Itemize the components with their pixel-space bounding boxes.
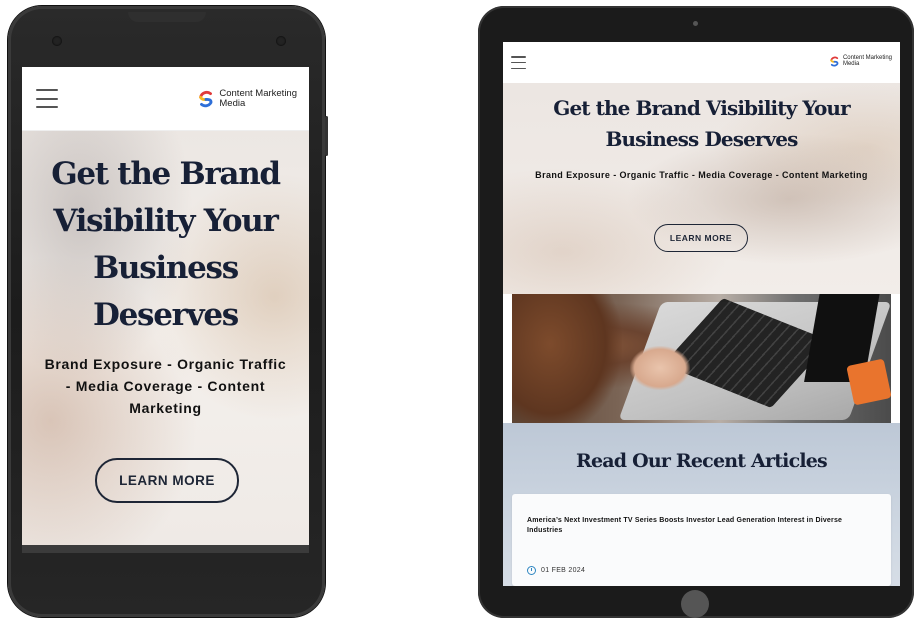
phone-mockup: Content Marketing Media Get the Brand Vi… <box>8 6 328 617</box>
tablet-hero: Get the Brand Visibility Your Business D… <box>503 83 900 294</box>
article-date: 01 FEB 2024 <box>527 566 585 575</box>
brand-name-line2: Media <box>842 61 860 68</box>
phone-sensor-right <box>276 36 286 46</box>
phone-screen: Content Marketing Media Get the Brand Vi… <box>22 67 309 545</box>
hero-title: Get the Brand Visibility Your Business D… <box>553 96 850 151</box>
tablet-camera <box>693 21 698 26</box>
hamburger-line <box>36 89 58 91</box>
hamburger-line <box>36 106 58 108</box>
hamburger-icon[interactable] <box>511 56 526 69</box>
clock-icon <box>527 566 536 575</box>
phone-bottom-bar <box>22 545 309 553</box>
recent-articles-heading: Read Our Recent Articles <box>576 450 828 472</box>
brand-name: Content Marketing Media <box>843 55 892 68</box>
hamburger-icon[interactable] <box>36 89 58 108</box>
phone-side-button <box>325 116 328 156</box>
tablet-home-button <box>681 590 709 618</box>
hamburger-line <box>36 97 58 100</box>
hero-title: Get the Brand Visibility Your Business D… <box>51 156 281 333</box>
learn-more-button[interactable]: LEARN MORE <box>654 224 748 252</box>
photo-hand <box>630 346 690 390</box>
mobile-hero: Get the Brand Visibility Your Business D… <box>22 131 309 545</box>
photo-person-hair <box>512 294 622 423</box>
hamburger-line <box>511 56 526 58</box>
hamburger-line <box>511 61 526 64</box>
tablet-screen: Content Marketing Media Get the Brand Vi… <box>503 42 900 586</box>
tablet-header: Content Marketing Media <box>503 42 900 83</box>
hamburger-line <box>511 67 526 69</box>
laptop-photo <box>512 294 891 423</box>
article-card[interactable]: America’s Next Investment TV Series Boos… <box>512 494 891 586</box>
tablet-mockup: Content Marketing Media Get the Brand Vi… <box>478 6 914 618</box>
photo-hard-drive <box>846 358 891 406</box>
learn-more-button[interactable]: LEARN MORE <box>95 458 239 503</box>
logo-icon <box>830 56 839 67</box>
article-date-text: 01 FEB 2024 <box>541 567 586 574</box>
brand-logo[interactable]: Content Marketing Media <box>197 89 297 109</box>
phone-sensor-left <box>52 36 62 46</box>
hero-subtitle: Brand Exposure - Organic Traffic - Media… <box>44 356 287 416</box>
brand-name-line2: Media <box>219 97 246 109</box>
recent-articles-section: Read Our Recent Articles America’s Next … <box>503 423 900 586</box>
phone-top-notch <box>128 12 206 22</box>
hero-subtitle: Brand Exposure - Organic Traffic - Media… <box>535 170 868 180</box>
brand-logo[interactable]: Content Marketing Media <box>829 55 892 68</box>
logo-icon <box>199 90 213 108</box>
article-title[interactable]: America’s Next Investment TV Series Boos… <box>527 516 867 536</box>
mobile-header: Content Marketing Media <box>22 67 309 131</box>
brand-name: Content Marketing Media <box>219 89 297 109</box>
